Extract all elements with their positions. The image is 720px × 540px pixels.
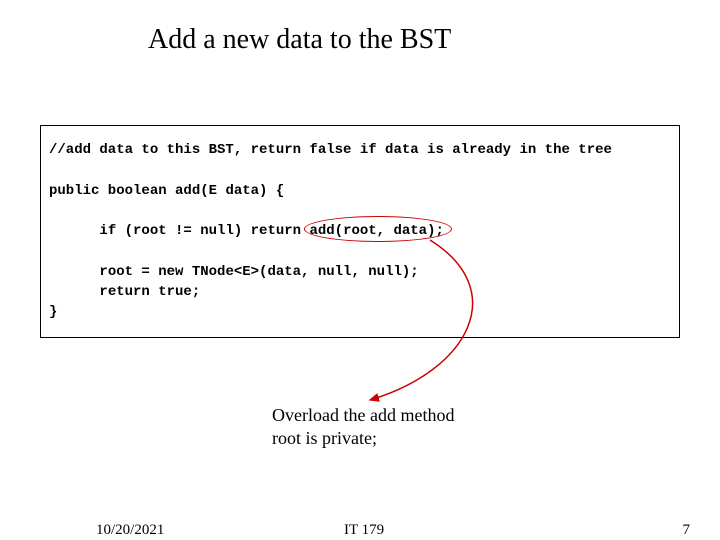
code-line-3b: add(root, data); <box>309 221 443 241</box>
code-comment: //add data to this BST, return false if … <box>49 142 612 158</box>
slide-root: Add a new data to the BST //add data to … <box>0 0 720 540</box>
annotation-block: Overload the add method root is private; <box>272 404 454 449</box>
footer-course: IT 179 <box>344 522 384 539</box>
code-box: //add data to this BST, return false if … <box>40 125 680 338</box>
code-line-5: return true; <box>99 284 200 300</box>
code-line-2b: add(E data) { <box>175 183 284 199</box>
footer-page-number: 7 <box>683 522 691 539</box>
code-line-3a: if (root != null) return <box>99 223 309 239</box>
annotation-line-2: root is private; <box>272 427 454 450</box>
code-line-6: } <box>49 304 57 320</box>
annotation-line-1: Overload the add method <box>272 404 454 427</box>
code-line-4: root = new TNode<E>(data, null, null); <box>99 264 418 280</box>
footer-date: 10/20/2021 <box>96 522 164 539</box>
slide-title: Add a new data to the BST <box>148 24 451 56</box>
code-line-2a: public boolean <box>49 183 175 199</box>
